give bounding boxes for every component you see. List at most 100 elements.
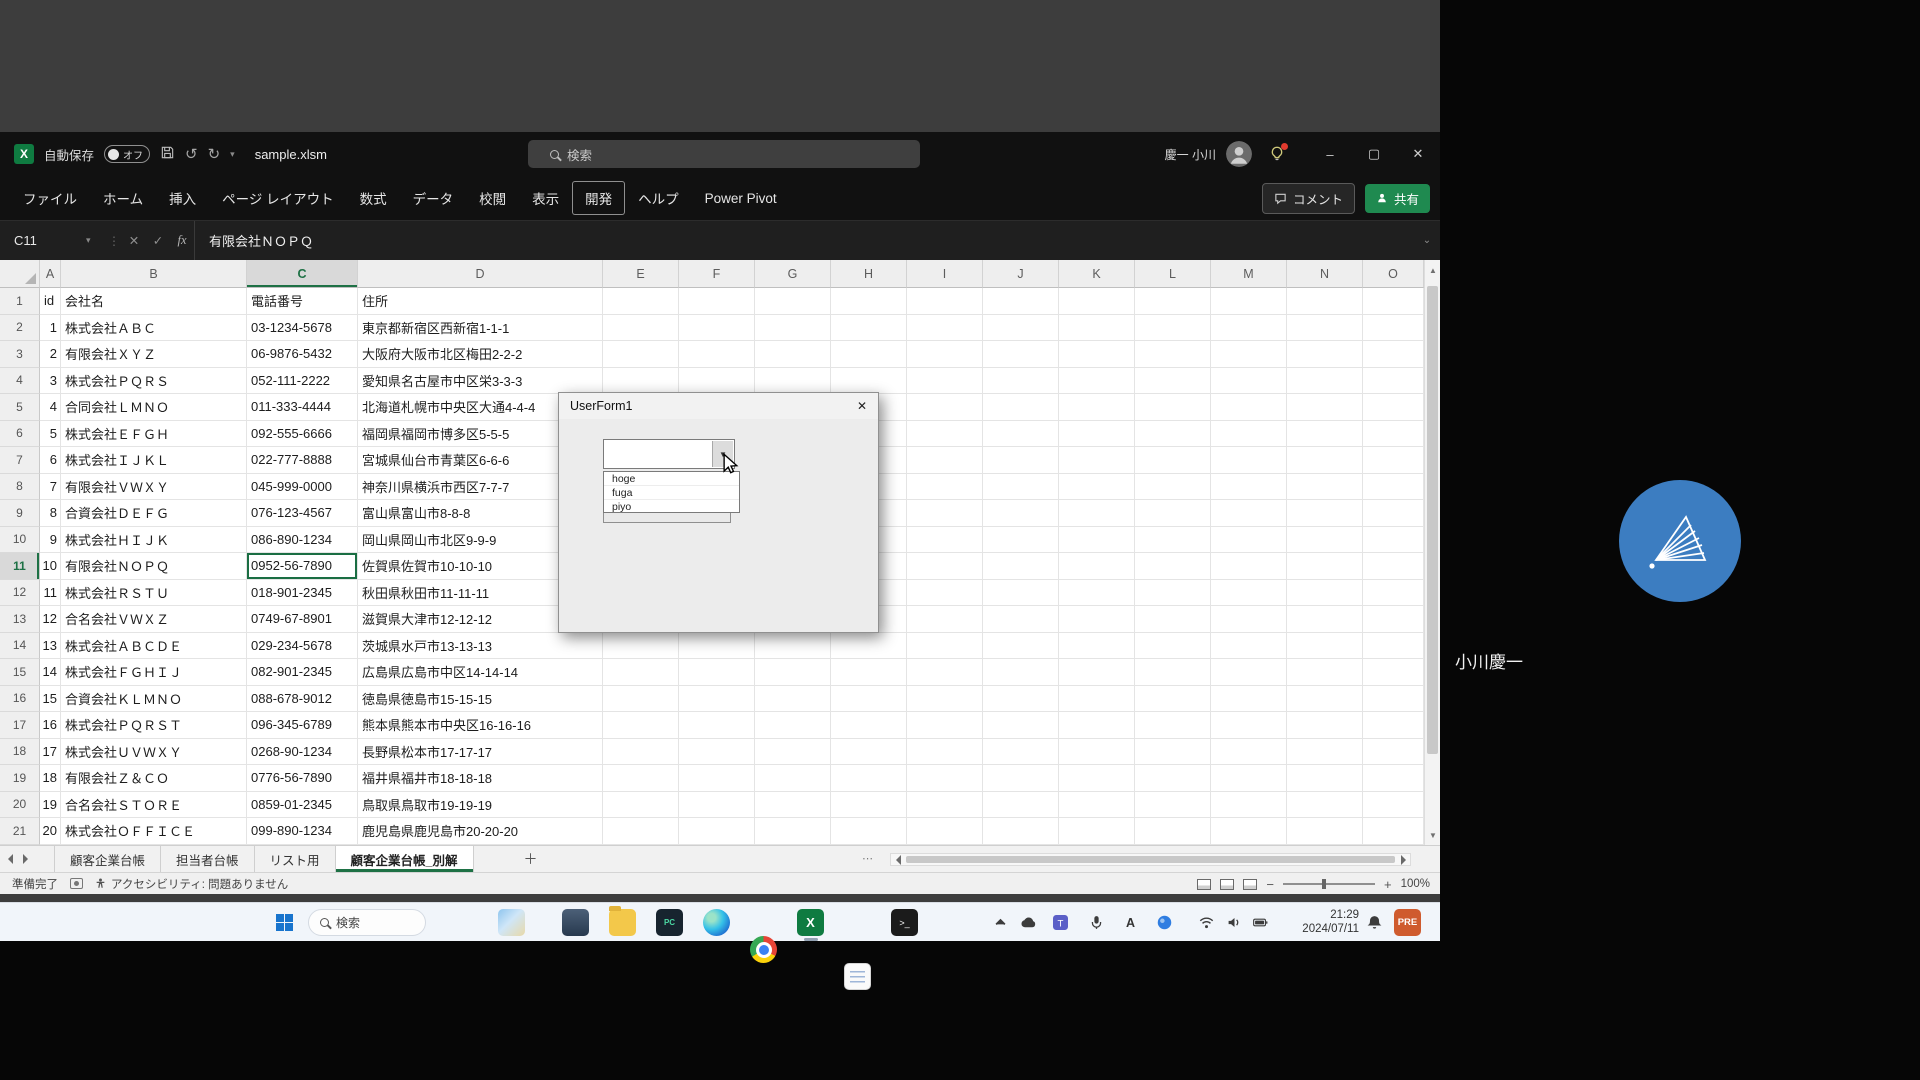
page-layout-view-icon[interactable] [1220, 879, 1234, 890]
cell-F3[interactable] [679, 341, 755, 368]
cell-B17[interactable]: 株式会社ＰＱＲＳＴ [61, 712, 247, 739]
widgets-app-icon[interactable] [498, 909, 525, 936]
cell-L17[interactable] [1135, 712, 1211, 739]
row-header-18[interactable]: 18 [0, 739, 40, 766]
cell-E4[interactable] [603, 368, 679, 395]
cell-A16[interactable]: 15 [40, 686, 61, 713]
cell-M8[interactable] [1211, 474, 1287, 501]
cell-B7[interactable]: 株式会社ＩＪＫＬ [61, 447, 247, 474]
ribbon-tab-校閲[interactable]: 校閲 [466, 181, 519, 215]
cell-J4[interactable] [983, 368, 1059, 395]
cell-O9[interactable] [1363, 500, 1424, 527]
cell-K20[interactable] [1059, 792, 1135, 819]
cell-L9[interactable] [1135, 500, 1211, 527]
row-header-9[interactable]: 9 [0, 500, 40, 527]
cell-K10[interactable] [1059, 527, 1135, 554]
cell-J10[interactable] [983, 527, 1059, 554]
cell-O3[interactable] [1363, 341, 1424, 368]
ribbon-tab-データ[interactable]: データ [400, 181, 467, 215]
cell-C17[interactable]: 096-345-6789 [247, 712, 358, 739]
cell-F20[interactable] [679, 792, 755, 819]
scroll-down-icon[interactable]: ▼ [1425, 827, 1440, 843]
column-header-C[interactable]: C [247, 260, 358, 288]
cell-B8[interactable]: 有限会社ＶＷＸＹ [61, 474, 247, 501]
cell-J7[interactable] [983, 447, 1059, 474]
cell-O18[interactable] [1363, 739, 1424, 766]
cell-H2[interactable] [831, 315, 907, 342]
zoom-slider[interactable] [1283, 883, 1375, 885]
cell-J2[interactable] [983, 315, 1059, 342]
cell-A6[interactable]: 5 [40, 421, 61, 448]
normal-view-icon[interactable] [1197, 879, 1211, 890]
cell-O6[interactable] [1363, 421, 1424, 448]
column-header-I[interactable]: I [907, 260, 983, 288]
pre-badge[interactable]: PRE [1394, 909, 1421, 936]
cell-C1[interactable]: 電話番号 [247, 288, 358, 315]
cell-C21[interactable]: 099-890-1234 [247, 818, 358, 845]
cell-B10[interactable]: 株式会社ＨＩＪＫ [61, 527, 247, 554]
quick-access-chevron-icon[interactable]: ▾ [230, 149, 235, 160]
row-header-6[interactable]: 6 [0, 421, 40, 448]
cell-F15[interactable] [679, 659, 755, 686]
cell-J18[interactable] [983, 739, 1059, 766]
cell-J14[interactable] [983, 633, 1059, 660]
cell-O2[interactable] [1363, 315, 1424, 342]
cell-L15[interactable] [1135, 659, 1211, 686]
cell-L7[interactable] [1135, 447, 1211, 474]
cell-M19[interactable] [1211, 765, 1287, 792]
cell-B18[interactable]: 株式会社ＵＶＷＸＹ [61, 739, 247, 766]
cloud-icon[interactable] [1020, 914, 1037, 931]
comments-button[interactable]: コメント [1262, 183, 1355, 214]
cell-K13[interactable] [1059, 606, 1135, 633]
cell-M6[interactable] [1211, 421, 1287, 448]
cell-H1[interactable] [831, 288, 907, 315]
cell-F4[interactable] [679, 368, 755, 395]
row-header-7[interactable]: 7 [0, 447, 40, 474]
cell-M21[interactable] [1211, 818, 1287, 845]
cell-H14[interactable] [831, 633, 907, 660]
page-break-view-icon[interactable] [1243, 879, 1257, 890]
cell-J21[interactable] [983, 818, 1059, 845]
cell-K15[interactable] [1059, 659, 1135, 686]
cell-B4[interactable]: 株式会社ＰＱＲＳ [61, 368, 247, 395]
cell-K2[interactable] [1059, 315, 1135, 342]
cell-F19[interactable] [679, 765, 755, 792]
cell-A21[interactable]: 20 [40, 818, 61, 845]
teams-icon[interactable]: T [1052, 914, 1069, 931]
close-button[interactable]: ✕ [1396, 132, 1440, 176]
cell-C2[interactable]: 03-1234-5678 [247, 315, 358, 342]
cell-F1[interactable] [679, 288, 755, 315]
cell-K8[interactable] [1059, 474, 1135, 501]
cell-J15[interactable] [983, 659, 1059, 686]
cell-N10[interactable] [1287, 527, 1363, 554]
cell-I20[interactable] [907, 792, 983, 819]
column-header-O[interactable]: O [1363, 260, 1424, 288]
cell-G4[interactable] [755, 368, 831, 395]
sheet-tab-顧客企業台帳_別解[interactable]: 顧客企業台帳_別解 [336, 846, 474, 872]
sheet-next-icon[interactable] [23, 854, 28, 864]
cell-O21[interactable] [1363, 818, 1424, 845]
dropdown-item-hoge[interactable]: hoge [604, 472, 739, 486]
cell-E21[interactable] [603, 818, 679, 845]
name-box-chevron-icon[interactable]: ▾ [86, 235, 106, 246]
cell-N3[interactable] [1287, 341, 1363, 368]
cell-F18[interactable] [679, 739, 755, 766]
cell-O17[interactable] [1363, 712, 1424, 739]
cell-J3[interactable] [983, 341, 1059, 368]
cell-N19[interactable] [1287, 765, 1363, 792]
cell-D14[interactable]: 茨城県水戸市13-13-13 [358, 633, 603, 660]
cell-I4[interactable] [907, 368, 983, 395]
cell-I2[interactable] [907, 315, 983, 342]
file-explorer-app-icon[interactable] [562, 909, 589, 936]
ribbon-tab-開発[interactable]: 開発 [572, 181, 625, 215]
cell-G18[interactable] [755, 739, 831, 766]
cell-N7[interactable] [1287, 447, 1363, 474]
cell-M9[interactable] [1211, 500, 1287, 527]
cell-D20[interactable]: 鳥取県鳥取市19-19-19 [358, 792, 603, 819]
ribbon-tab-挿入[interactable]: 挿入 [156, 181, 209, 215]
cell-J12[interactable] [983, 580, 1059, 607]
cell-E16[interactable] [603, 686, 679, 713]
sheet-tab-リスト用[interactable]: リスト用 [255, 846, 336, 872]
cell-N6[interactable] [1287, 421, 1363, 448]
ribbon-tab-表示[interactable]: 表示 [519, 181, 572, 215]
